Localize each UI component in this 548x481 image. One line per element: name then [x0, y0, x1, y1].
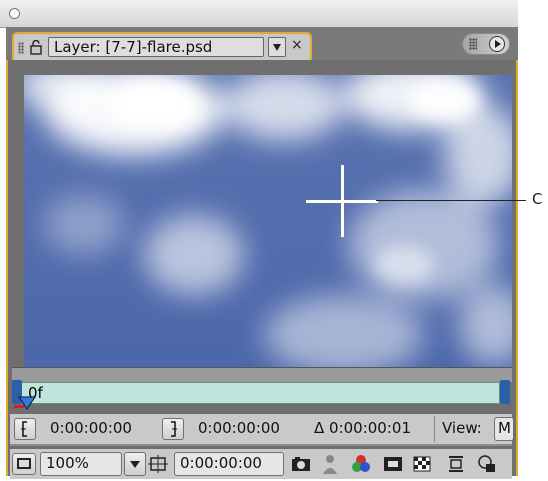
in-point-icon — [21, 421, 27, 437]
time-controls-row: 0:00:00:00 0:00:00:00 Δ 0:00:00:01 View:… — [10, 414, 514, 444]
current-time-field[interactable]: 0:00:00:00 — [174, 452, 284, 476]
circle-close-icon[interactable] — [9, 8, 20, 19]
comp-flowchart-icon[interactable] — [446, 454, 466, 474]
grip-icon[interactable] — [18, 42, 24, 54]
snapshot-icon[interactable] — [290, 455, 312, 473]
lock-icon[interactable] — [30, 40, 42, 55]
time-ruler[interactable] — [12, 367, 512, 382]
viewer-footer-bar: 100% 0:00:00:00 — [10, 449, 512, 479]
transparency-grid-icon[interactable] — [412, 455, 432, 473]
divider — [434, 416, 435, 442]
channel-icon[interactable] — [350, 454, 372, 474]
callout-label: C — [532, 190, 543, 208]
work-area-marker — [14, 405, 24, 408]
pixel-aspect-icon[interactable] — [476, 454, 498, 474]
view-label: View: — [442, 419, 482, 437]
view-select[interactable]: M — [494, 417, 514, 441]
always-preview-icon — [17, 458, 31, 469]
zoom-field[interactable]: 100% — [40, 452, 122, 476]
in-point-time[interactable]: 0:00:00:00 — [50, 419, 132, 437]
out-point-icon — [171, 421, 177, 437]
window-title-bar — [0, 0, 518, 28]
zoom-dropdown[interactable] — [124, 452, 146, 476]
layer-tab[interactable]: Layer: [7-7]-flare.psd × — [12, 32, 312, 62]
divider — [10, 444, 512, 446]
tab-close-button[interactable]: × — [291, 37, 303, 53]
set-in-point-button[interactable] — [14, 418, 36, 440]
triangle-down-icon — [130, 461, 140, 468]
triangle-down-icon[interactable] — [268, 37, 286, 57]
resolution-icon[interactable] — [148, 455, 168, 473]
always-preview-button[interactable] — [12, 453, 36, 475]
out-point-handle[interactable] — [500, 380, 510, 404]
out-point-time[interactable]: 0:00:00:00 — [198, 419, 280, 437]
layer-name-field[interactable]: Layer: [7-7]-flare.psd — [48, 37, 264, 57]
layer-duration-bar[interactable] — [14, 382, 500, 404]
set-out-point-button[interactable] — [162, 418, 184, 440]
crosshair-icon — [306, 200, 378, 203]
region-icon[interactable] — [382, 455, 404, 473]
panel-menu-button[interactable] — [462, 33, 510, 55]
duration-readout: Δ 0:00:00:01 — [314, 419, 411, 437]
show-snapshot-icon[interactable] — [320, 454, 340, 476]
layer-viewer-image[interactable] — [24, 75, 512, 367]
panel-menu-arrow-icon — [489, 36, 505, 52]
grip-icon — [469, 38, 477, 50]
callout-line — [376, 200, 526, 201]
